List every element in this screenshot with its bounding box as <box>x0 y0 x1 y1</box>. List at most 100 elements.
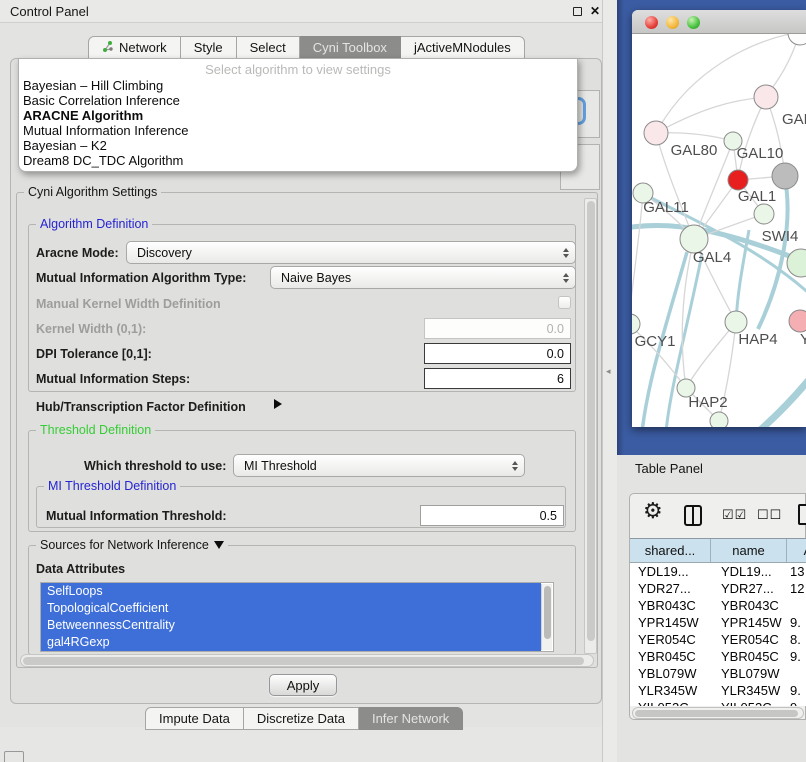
network-node-y[interactable] <box>789 310 806 332</box>
table-row[interactable]: YBL079WYBL079W <box>630 665 806 682</box>
settings-horizontal-scrollbar[interactable] <box>20 654 594 667</box>
algorithm-option-bayesian-k2[interactable]: Bayesian – K2 <box>19 138 577 153</box>
attributes-scrollbar-thumb[interactable] <box>544 586 551 639</box>
table-cell <box>787 665 806 682</box>
gear-icon[interactable]: ⚙ <box>643 498 663 524</box>
table-row[interactable]: YIL052CYIL052C9 <box>630 699 806 706</box>
dpi-tolerance-input[interactable] <box>424 343 571 364</box>
tab-impute-data[interactable]: Impute Data <box>145 707 244 730</box>
network-node-gal7[interactable] <box>754 85 778 109</box>
node-label-gal11: GAL11 <box>643 199 689 216</box>
table-cell: YER054C <box>711 631 787 648</box>
expand-right-icon[interactable] <box>274 399 282 409</box>
mi-algorithm-type-select[interactable]: Naive Bayes <box>270 266 576 289</box>
close-icon[interactable]: ✕ <box>590 4 600 18</box>
tab-cyni-toolbox[interactable]: Cyni Toolbox <box>300 36 401 59</box>
minimize-traffic-light-icon[interactable] <box>666 16 679 29</box>
algorithm-option-mutual-information-inference[interactable]: Mutual Information Inference <box>19 123 577 138</box>
data-attributes-list[interactable]: SelfLoopsTopologicalCoefficientBetweenne… <box>40 582 554 652</box>
manual-kernel-width-label: Manual Kernel Width Definition <box>36 297 221 311</box>
table-cell: 9. <box>787 682 806 699</box>
network-node-gal10[interactable] <box>728 170 748 190</box>
close-traffic-light-icon[interactable] <box>645 16 658 29</box>
network-edge <box>758 376 806 427</box>
control-panel-tabs: NetworkStyleSelectCyni ToolboxjActiveMNo… <box>88 36 525 59</box>
table-row[interactable]: YBR045CYBR045C9. <box>630 648 806 665</box>
table-row[interactable]: YER054CYER054C8. <box>630 631 806 648</box>
sources-group-title[interactable]: Sources for Network Inference <box>36 538 228 552</box>
table-row[interactable]: YLR345WYLR345W9. <box>630 682 806 699</box>
network-node-gal80[interactable] <box>644 121 668 145</box>
algorithm-option-dream8-dc-tdc-algorithm[interactable]: Dream8 DC_TDC Algorithm <box>19 153 577 168</box>
table-row[interactable]: YDR27...YDR27...12 <box>630 580 806 597</box>
collapse-down-icon[interactable] <box>214 541 224 549</box>
network-node-gcy1[interactable] <box>632 314 640 334</box>
table-row[interactable]: YDL19...YDL19...13 <box>630 563 806 580</box>
settings-vertical-scrollbar[interactable] <box>584 198 597 654</box>
table-cell: YPR145W <box>630 614 711 631</box>
settings-hscroll-thumb[interactable] <box>23 657 584 665</box>
attributes-scrollbar[interactable] <box>541 584 552 650</box>
network-node-swi4[interactable] <box>787 249 806 277</box>
network-canvas[interactable]: GALGAL80GAL10GAL1GAL11SWI4GAL4GCY1HAP4YH… <box>632 34 806 427</box>
table-body: YDL19...YDL19...13YDR27...YDR27...12YBR0… <box>630 563 806 706</box>
attribute-item-gal4rgexp[interactable]: gal4RGexp <box>41 634 541 651</box>
document-icon[interactable] <box>798 504 806 525</box>
column-header-shared[interactable]: shared... <box>630 539 711 562</box>
table-row[interactable]: YBR043CYBR043C <box>630 597 806 614</box>
kernel-width-label: Kernel Width (0,1): <box>36 322 146 336</box>
mi-steps-input[interactable] <box>424 368 571 389</box>
table-cell: YLR345W <box>630 682 711 699</box>
network-node[interactable] <box>788 34 806 45</box>
network-node[interactable] <box>772 163 798 189</box>
algorithm-option-aracne-algorithm[interactable]: ARACNE Algorithm <box>19 108 577 123</box>
tab-label: Discretize Data <box>257 711 345 726</box>
tab-style[interactable]: Style <box>181 36 237 59</box>
column-header-a[interactable]: A <box>787 539 806 562</box>
network-edge <box>738 97 766 180</box>
aracne-mode-label: Aracne Mode: <box>36 246 119 260</box>
table-horizontal-scrollbar[interactable] <box>632 707 804 719</box>
mi-threshold-input[interactable] <box>420 505 564 526</box>
show-columns-icon[interactable]: ☑☑ <box>722 507 747 523</box>
tab-infer-network[interactable]: Infer Network <box>359 707 463 730</box>
table-cell: YLR345W <box>711 682 787 699</box>
attribute-item-betweennesscentrality[interactable]: BetweennessCentrality <box>41 617 541 634</box>
table-cell: 9. <box>787 614 806 631</box>
kernel-width-input[interactable] <box>424 318 571 339</box>
network-node-hap4[interactable] <box>725 311 747 333</box>
hide-columns-icon[interactable]: ☐☐ <box>757 507 782 523</box>
attribute-item-topologicalcoefficient[interactable]: TopologicalCoefficient <box>41 600 541 617</box>
table-row[interactable]: YPR145WYPR145W9. <box>630 614 806 631</box>
which-threshold-select[interactable]: MI Threshold <box>233 454 525 477</box>
control-panel: Control Panel ✕ NetworkStyleSelectCyni T… <box>0 0 610 727</box>
table-cell: YPR145W <box>711 614 787 631</box>
column-header-name[interactable]: name <box>711 539 787 562</box>
algorithm-dropdown-list: Bayesian – Hill ClimbingBasic Correlatio… <box>19 78 577 168</box>
tab-discretize-data[interactable]: Discretize Data <box>244 707 359 730</box>
mi-algorithm-type-label: Mutual Information Algorithm Type: <box>36 271 246 285</box>
network-icon <box>102 40 114 56</box>
panel-splitter[interactable] <box>602 0 617 762</box>
settings-vscroll-thumb[interactable] <box>587 201 595 641</box>
apply-button[interactable]: Apply <box>269 674 337 696</box>
algorithm-option-basic-correlation-inference[interactable]: Basic Correlation Inference <box>19 93 577 108</box>
tab-network[interactable]: Network <box>88 36 181 59</box>
zoom-traffic-light-icon[interactable] <box>687 16 700 29</box>
hub-definition-label[interactable]: Hub/Transcription Factor Definition <box>36 400 246 414</box>
manual-kernel-width-checkbox[interactable] <box>558 296 571 309</box>
bottom-left-panel-icon[interactable] <box>4 751 24 762</box>
network-node-gal1[interactable] <box>754 204 774 224</box>
network-window-titlebar[interactable] <box>632 10 806 34</box>
splitter-arrow-icon[interactable]: ◂ <box>606 366 611 377</box>
network-node[interactable] <box>710 412 728 427</box>
split-view-icon[interactable] <box>684 505 702 526</box>
table-hscroll-thumb[interactable] <box>635 710 798 717</box>
algorithm-option-bayesian-hill-climbing[interactable]: Bayesian – Hill Climbing <box>19 78 577 93</box>
tab-select[interactable]: Select <box>237 36 300 59</box>
tab-jactivemnodules[interactable]: jActiveMNodules <box>401 36 525 59</box>
attribute-item-selfloops[interactable]: SelfLoops <box>41 583 541 600</box>
float-window-icon[interactable] <box>573 7 582 16</box>
aracne-mode-select[interactable]: Discovery <box>126 241 576 264</box>
node-label-gal4: GAL4 <box>693 249 731 266</box>
